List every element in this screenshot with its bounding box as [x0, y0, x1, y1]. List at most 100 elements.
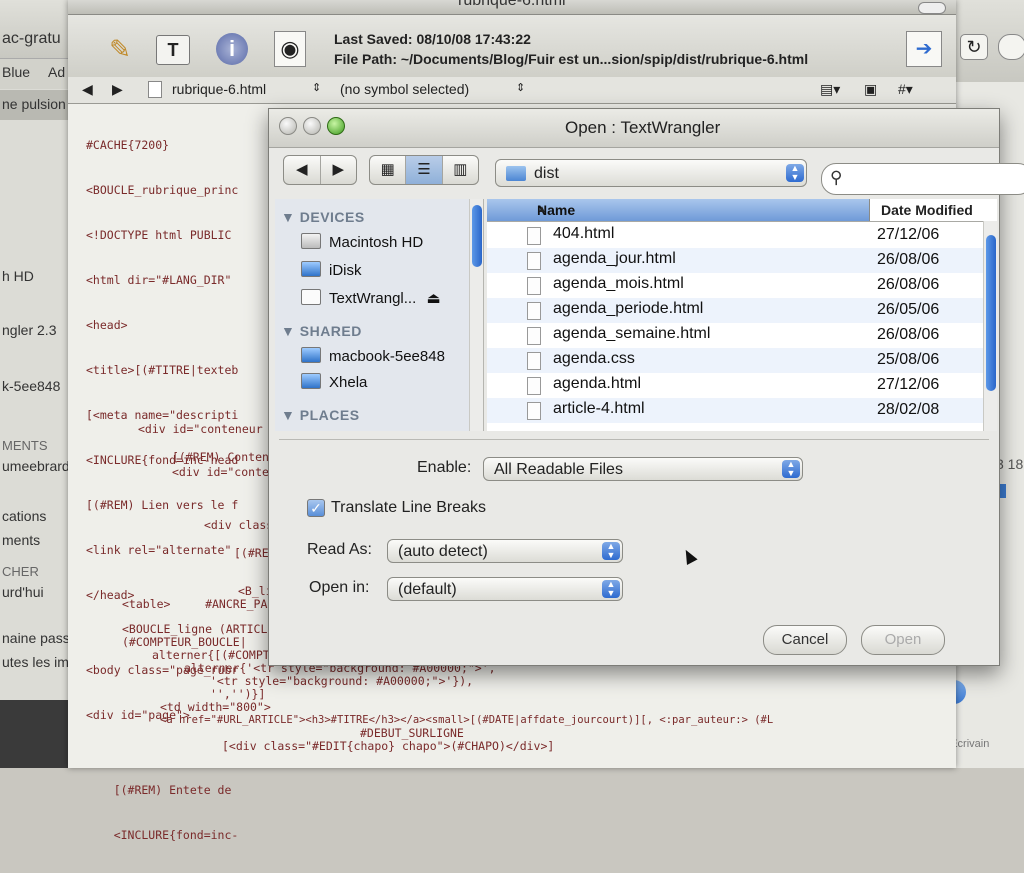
- forward-button-icon[interactable]: ▶: [321, 156, 357, 184]
- places-label: PLACES: [299, 407, 360, 423]
- zoom-window-button[interactable]: [327, 117, 345, 135]
- devices-section-header[interactable]: ▼ DEVICES: [281, 209, 365, 225]
- file-date: 26/08/06: [877, 326, 940, 343]
- name-column-header[interactable]: Name ▲: [487, 199, 870, 221]
- code-area-top[interactable]: #CACHE{7200} <BOUCLE_rubrique_princ <!DO…: [86, 108, 286, 873]
- file-date: 27/12/06: [877, 226, 940, 243]
- sidebar-scrollbar[interactable]: [469, 199, 483, 431]
- file-row[interactable]: agenda_periode.html 26/05/06: [487, 298, 983, 323]
- file-date: 27/12/06: [877, 376, 940, 393]
- date-column-header[interactable]: Date Modified: [881, 202, 973, 218]
- pencil-icon[interactable]: ✎: [102, 31, 138, 67]
- bookmark-item[interactable]: Blue: [2, 64, 30, 80]
- sidebar-text: h HD: [2, 268, 34, 284]
- sort-ascending-icon: ▲: [537, 204, 547, 215]
- sidebar-item-label: Xhela: [329, 374, 368, 391]
- nav-symbol[interactable]: (no symbol selected): [340, 81, 469, 97]
- copy-icon[interactable]: ▣: [864, 81, 877, 98]
- browser-tab-label[interactable]: ne pulsion: [2, 96, 66, 112]
- sidebar-scroll-thumb[interactable]: [472, 205, 482, 267]
- page-icon[interactable]: ▤▾: [820, 81, 840, 98]
- shared-label: SHARED: [299, 323, 362, 339]
- link-text[interactable]: cations: [2, 508, 46, 524]
- file-icon: [148, 81, 162, 98]
- code-line: [(#REM) Conten: [172, 450, 269, 464]
- cancel-button[interactable]: Cancel: [763, 625, 847, 655]
- file-list-scrollbar[interactable]: [983, 221, 997, 431]
- search-field[interactable]: ⚲: [821, 163, 1024, 195]
- code-line: <div id="conteneur: [138, 422, 263, 436]
- last-saved-value: 08/10/08 17:43:22: [416, 31, 531, 47]
- sidebar-item-label: TextWrangl...: [329, 290, 417, 307]
- file-row[interactable]: agenda.html 27/12/06: [487, 373, 983, 398]
- toolbar-toggle-button[interactable]: [918, 2, 946, 14]
- back-arrow-icon[interactable]: ◀: [82, 81, 93, 98]
- search-input[interactable]: [850, 169, 1022, 187]
- bookmark-item[interactable]: Ad: [48, 64, 65, 80]
- list-view-icon[interactable]: ☰: [406, 156, 443, 184]
- html-file-icon: [527, 327, 541, 345]
- file-date: 28/02/08: [877, 401, 940, 418]
- section-heading: CHER: [2, 564, 39, 579]
- symbol-popup-arrows-icon[interactable]: ⇕: [516, 81, 525, 94]
- file-row[interactable]: article-4.html 28/02/08: [487, 398, 983, 423]
- open-button[interactable]: Open: [861, 625, 945, 655]
- counterpart-icon[interactable]: #▾: [898, 81, 913, 98]
- html-file-icon: [527, 377, 541, 395]
- open-in-label: Open in:: [309, 579, 370, 596]
- shared-section-header[interactable]: ▼ SHARED: [281, 323, 362, 339]
- html-file-icon: [527, 252, 541, 270]
- file-row[interactable]: agenda.css 25/08/06: [487, 348, 983, 373]
- sidebar-item-textwrangler[interactable]: TextWrangl... ⏏: [301, 289, 441, 307]
- column-view-icon[interactable]: ▥: [443, 156, 478, 184]
- file-popup-arrows-icon[interactable]: ⇕: [312, 81, 321, 94]
- document-icon[interactable]: ◉: [274, 31, 306, 67]
- file-name: agenda_semaine.html: [553, 325, 711, 342]
- read-as-label: Read As:: [307, 541, 372, 558]
- read-as-popup[interactable]: (auto detect) ▲ ▼: [387, 539, 623, 563]
- popup-arrows-icon: ▲ ▼: [782, 460, 800, 478]
- open-in-popup[interactable]: (default) ▲ ▼: [387, 577, 623, 601]
- translate-line-breaks-label[interactable]: Translate Line Breaks: [331, 499, 486, 517]
- translate-line-breaks-checkbox[interactable]: ✓: [307, 499, 325, 517]
- text-options-icon[interactable]: T: [156, 35, 190, 65]
- info-icon[interactable]: i: [216, 33, 248, 65]
- reload-icon[interactable]: ↻: [960, 34, 988, 60]
- section-heading: MENTS: [2, 438, 48, 453]
- sidebar-item-macintosh-hd[interactable]: Macintosh HD: [301, 233, 423, 251]
- view-mode-control[interactable]: ▦ ☰ ▥: [369, 155, 479, 185]
- last-saved-label: Last Saved:: [334, 31, 413, 47]
- icon-view-icon[interactable]: ▦: [370, 156, 407, 184]
- close-window-button[interactable]: [279, 117, 297, 135]
- places-section-header[interactable]: ▼ PLACES: [281, 407, 360, 423]
- open-file-dialog: Open : TextWrangler ◀ ▶ ▦ ☰ ▥ dist ▲ ▼ ⚲ …: [268, 108, 1024, 666]
- back-button-icon[interactable]: ◀: [284, 156, 321, 184]
- link-text[interactable]: umeebrard: [2, 458, 70, 474]
- sidebar-item-xhela[interactable]: Xhela: [301, 373, 367, 391]
- link-text[interactable]: urd'hui: [2, 584, 44, 600]
- file-date: 26/05/06: [877, 301, 940, 318]
- location-popup[interactable]: dist ▲ ▼: [495, 159, 807, 187]
- file-row[interactable]: 404.html 27/12/06: [487, 223, 983, 248]
- search-field-edge[interactable]: [998, 34, 1024, 60]
- file-name: agenda_jour.html: [553, 250, 676, 267]
- sidebar-item-macbook[interactable]: macbook-5ee848: [301, 347, 445, 365]
- eject-icon[interactable]: ⏏: [426, 290, 440, 307]
- forward-arrow-icon[interactable]: ▶: [112, 81, 123, 98]
- sidebar-item-label: Macintosh HD: [329, 234, 424, 251]
- editor-navigation-bar: ◀ ▶ rubrique-6.html ⇕ (no symbol selecte…: [68, 77, 956, 104]
- link-text[interactable]: ments: [2, 532, 40, 548]
- back-forward-control[interactable]: ◀ ▶: [283, 155, 357, 185]
- split-window-icon[interactable]: ➔: [906, 31, 942, 67]
- file-row[interactable]: agenda_jour.html 26/08/06: [487, 248, 983, 273]
- file-list-scroll-thumb[interactable]: [986, 235, 996, 391]
- minimize-window-button[interactable]: [303, 117, 321, 135]
- nav-file-name[interactable]: rubrique-6.html: [172, 81, 266, 97]
- file-row[interactable]: agenda_mois.html 26/08/06: [487, 273, 983, 298]
- file-row[interactable]: agenda_semaine.html 26/08/06: [487, 323, 983, 348]
- devices-label: DEVICES: [299, 209, 365, 225]
- sidebar-item-idisk[interactable]: iDisk: [301, 261, 362, 279]
- code-line: <a href="#URL_ARTICLE"><h3>#TITRE</h3></…: [160, 714, 774, 726]
- enable-popup[interactable]: All Readable Files ▲ ▼: [483, 457, 803, 481]
- file-path-label: File Path:: [334, 51, 398, 67]
